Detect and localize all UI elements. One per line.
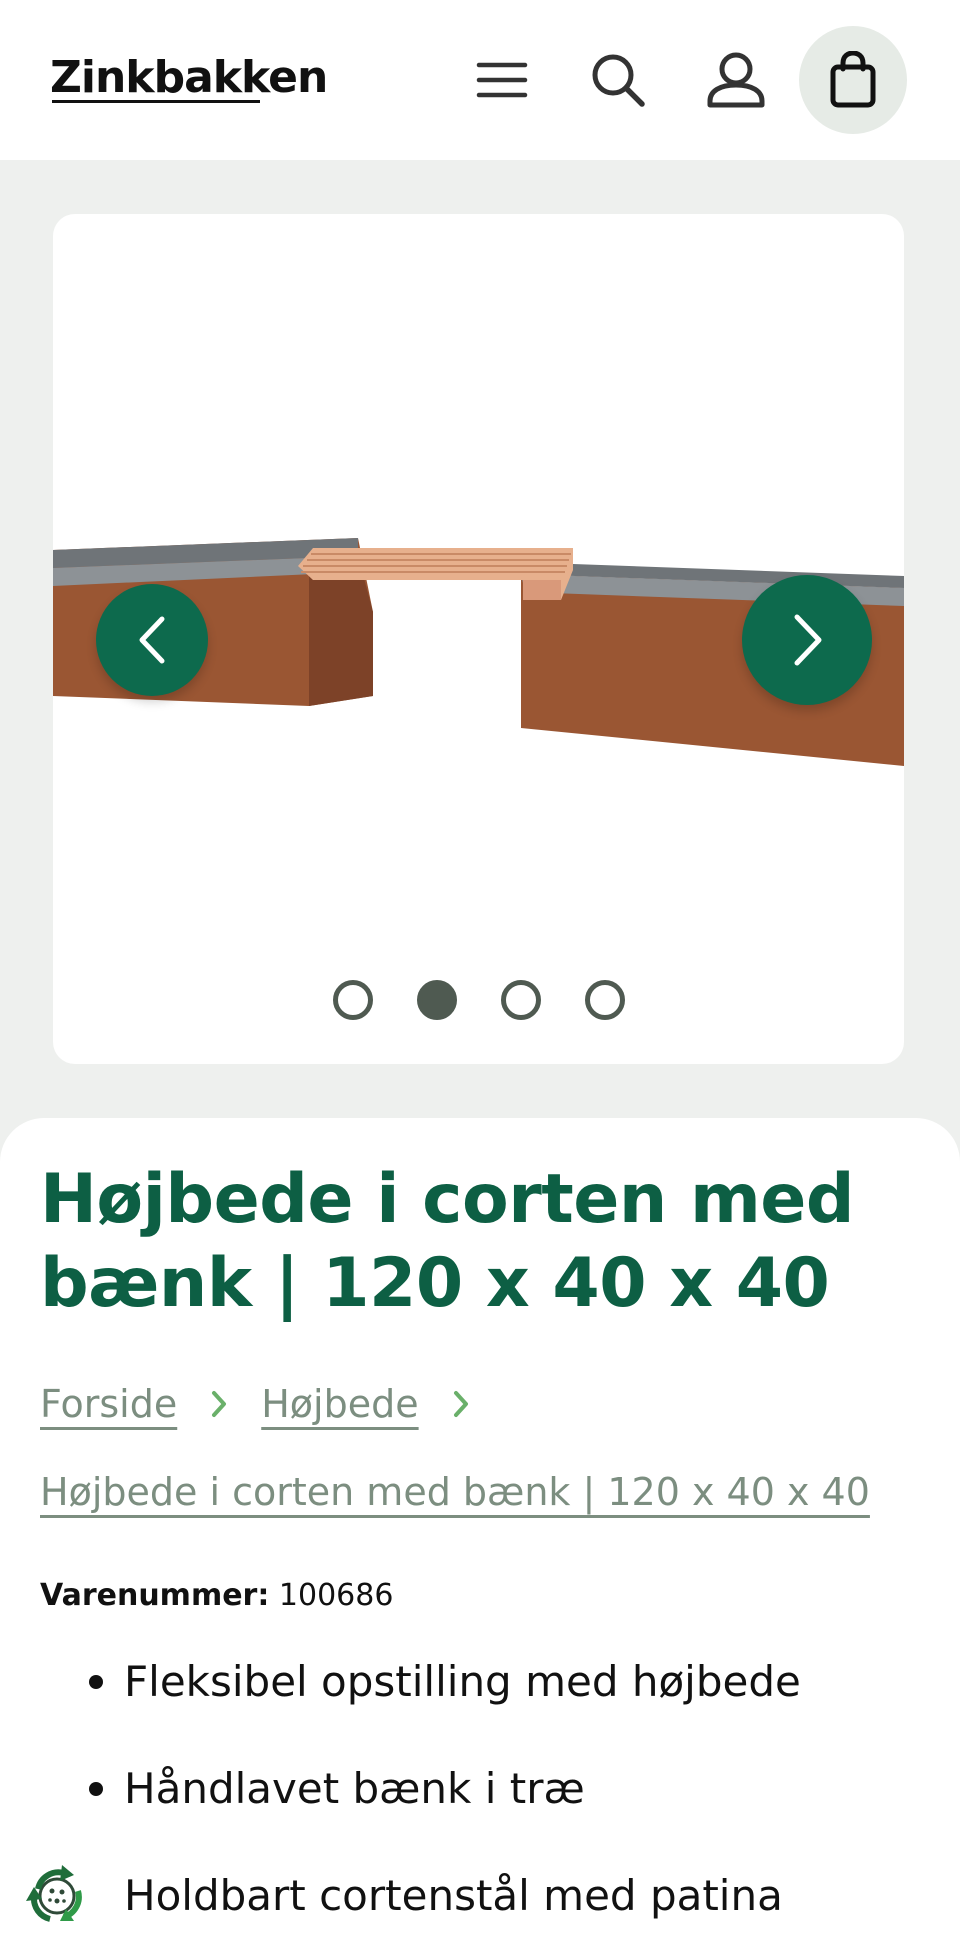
breadcrumb-category-link[interactable]: Højbede xyxy=(261,1382,418,1426)
next-slide-button[interactable] xyxy=(742,575,872,705)
breadcrumb-home-link[interactable]: Forside xyxy=(40,1382,177,1426)
feature-text: Fleksibel opstilling med højbede xyxy=(124,1657,801,1706)
breadcrumb-current-link[interactable]: Højbede i corten med bænk | 120 x 40 x 4… xyxy=(40,1470,870,1514)
product-gallery xyxy=(53,214,904,1064)
search-button[interactable] xyxy=(564,26,672,134)
slide-dot[interactable] xyxy=(332,980,373,1020)
breadcrumb: Forside Højbede Højbede i corten med bæn… xyxy=(40,1376,920,1520)
slide-indicators xyxy=(53,980,904,1020)
feature-text: Håndlavet bænk i træ xyxy=(124,1764,585,1813)
list-item: Holdbart cortenstål med patina xyxy=(0,1842,960,1937)
sku-value: 100686 xyxy=(278,1578,394,1613)
chevron-right-icon xyxy=(177,1390,261,1418)
product-title: Højbede i corten med bænk | 120 x 40 x 4… xyxy=(40,1160,855,1323)
bullet xyxy=(89,1674,103,1689)
chevron-left-icon xyxy=(139,616,165,664)
product-info-panel: Højbede i corten med bænk | 120 x 40 x 4… xyxy=(0,1118,960,1937)
cart-icon xyxy=(830,51,876,108)
menu-icon xyxy=(476,62,528,98)
list-item: Fleksibel opstilling med højbede xyxy=(0,1628,960,1735)
sku-label: Varenummer: xyxy=(40,1578,270,1613)
account-icon xyxy=(707,52,765,108)
slide-dot[interactable] xyxy=(584,980,625,1020)
slide-dot[interactable] xyxy=(500,980,541,1020)
cart-button[interactable] xyxy=(799,26,907,134)
previous-slide-button[interactable] xyxy=(96,584,208,696)
sku: Varenummer: 100686 xyxy=(40,1578,393,1613)
site-header: Zinkbakken xyxy=(0,0,960,160)
recycle-icon xyxy=(26,1864,82,1922)
search-icon xyxy=(592,54,645,107)
logo[interactable]: Zinkbakken xyxy=(50,52,328,103)
bullet xyxy=(89,1781,103,1796)
chevron-right-icon xyxy=(419,1390,503,1418)
account-button[interactable] xyxy=(682,26,790,134)
slide-dot-active[interactable] xyxy=(416,980,457,1020)
chevron-right-icon xyxy=(794,614,822,666)
list-item: Håndlavet bænk i træ xyxy=(0,1735,960,1842)
logo-underline xyxy=(52,100,260,103)
feature-text: Holdbart cortenstål med patina xyxy=(124,1871,783,1920)
menu-button[interactable] xyxy=(448,26,556,134)
feature-list: Fleksibel opstilling med højbede Håndlav… xyxy=(0,1628,960,1937)
